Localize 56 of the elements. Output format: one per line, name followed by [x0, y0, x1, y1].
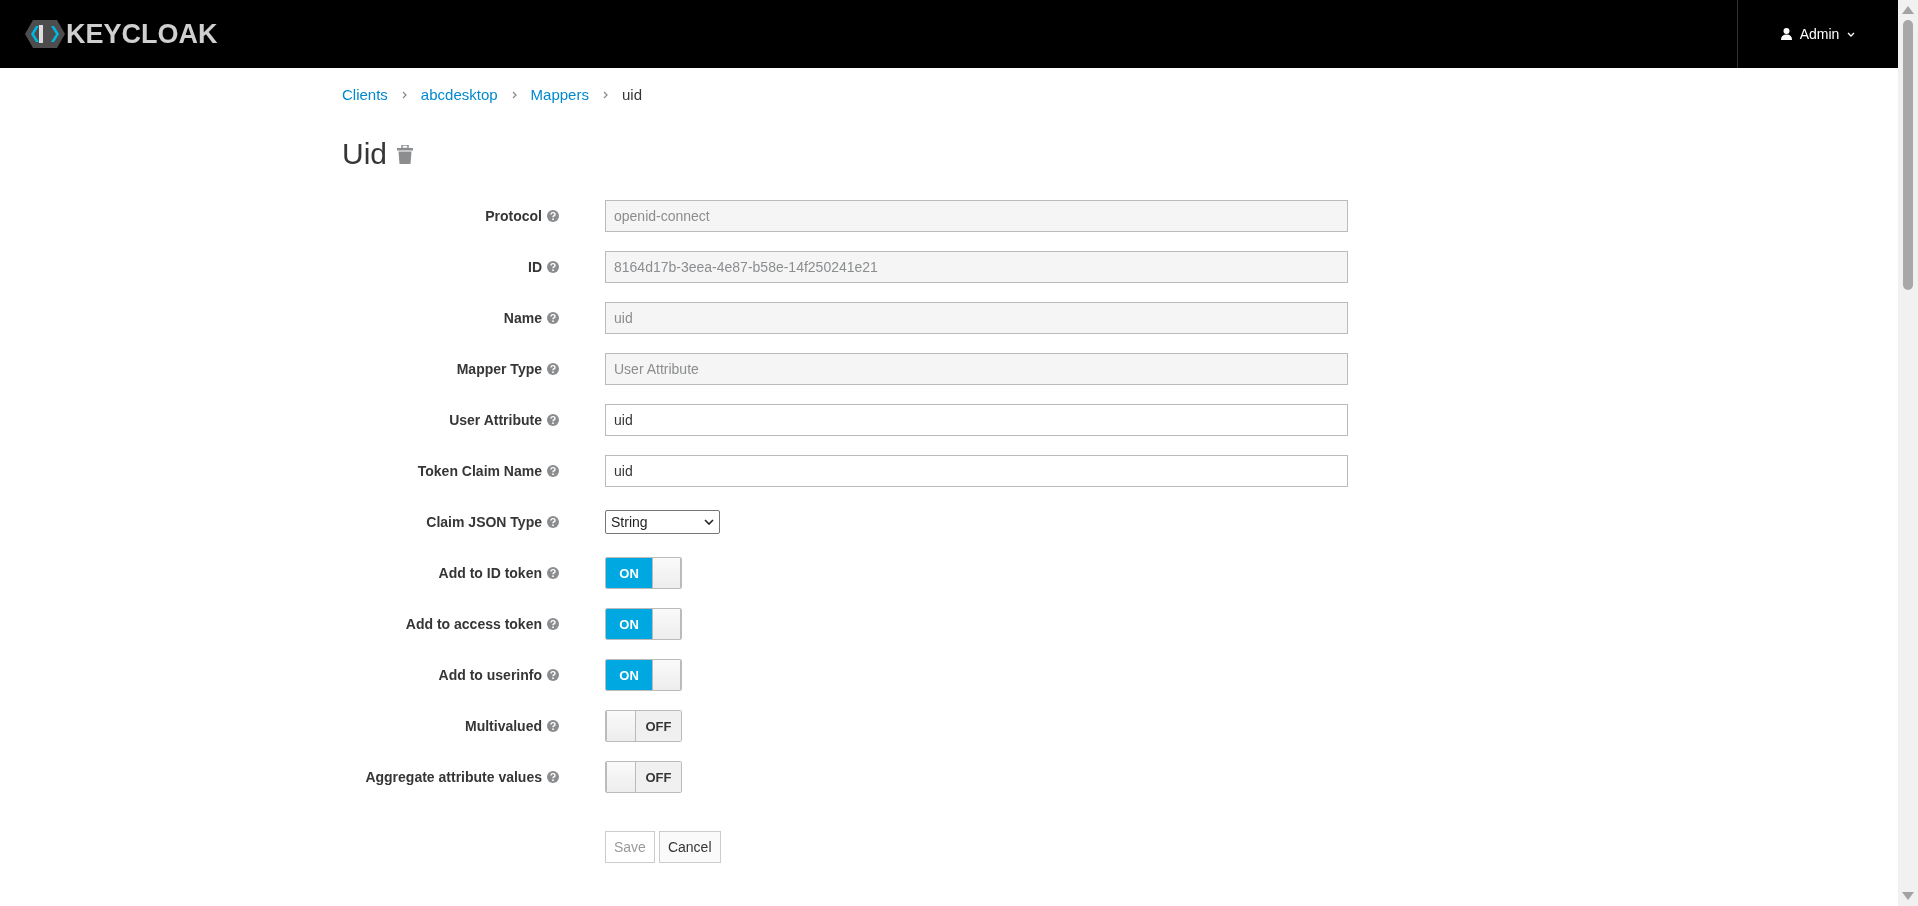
input-field[interactable]: 8164d17b-3eea-4e87-b58e-14f250241e21 — [605, 251, 1348, 283]
breadcrumb-current: uid — [621, 86, 642, 103]
scroll-thumb[interactable] — [1903, 20, 1913, 290]
field-label: Add to ID token — [438, 565, 542, 581]
field-label: Name — [503, 310, 542, 326]
input-field[interactable]: uid — [605, 404, 1348, 436]
user-menu[interactable]: Admin — [1780, 26, 1856, 42]
scroll-down-icon[interactable] — [1902, 892, 1914, 900]
input-field[interactable]: User Attribute — [605, 353, 1348, 385]
caret-icon — [1847, 31, 1856, 37]
trash-icon[interactable] — [397, 144, 413, 164]
chevron-icon — [401, 90, 407, 99]
type-dropdown[interactable]: String — [605, 510, 720, 534]
toggle-switch[interactable]: ON — [605, 608, 682, 640]
help-icon[interactable] — [547, 669, 559, 681]
field-label: Mapper Type — [456, 361, 542, 377]
chevron-icon — [511, 90, 517, 99]
toggle-switch[interactable]: OFF — [605, 761, 682, 793]
toggle-switch[interactable]: ON — [605, 659, 682, 691]
field-label: Claim JSON Type — [426, 514, 542, 530]
field-label: Multivalued — [465, 718, 542, 734]
input-field[interactable]: uid — [605, 302, 1348, 334]
help-icon[interactable] — [547, 363, 559, 375]
help-icon[interactable] — [547, 312, 559, 324]
help-icon[interactable] — [547, 567, 559, 579]
help-icon[interactable] — [547, 720, 559, 732]
toggle-switch[interactable]: ON — [605, 557, 682, 589]
toggle-switch[interactable]: OFF — [605, 710, 682, 742]
help-icon[interactable] — [547, 414, 559, 426]
breadcrumb-link[interactable]: abcdesktop — [420, 86, 498, 103]
field-label: Add to userinfo — [438, 667, 542, 683]
input-field[interactable]: openid-connect — [605, 200, 1348, 232]
chevron-icon — [602, 90, 608, 99]
help-icon[interactable] — [547, 261, 559, 273]
help-icon[interactable] — [547, 618, 559, 630]
scroll-up-icon[interactable] — [1902, 6, 1914, 14]
field-label: Token Claim Name — [417, 463, 542, 479]
input-field[interactable]: uid — [605, 455, 1348, 487]
page-title: Uid — [342, 137, 387, 171]
help-icon[interactable] — [547, 465, 559, 477]
chevron-down-icon — [704, 519, 714, 525]
cancel-button[interactable]: Cancel — [658, 831, 721, 863]
logo-text: KEYCLOAK — [66, 18, 218, 50]
scrollbar[interactable] — [1898, 0, 1918, 906]
field-label: User Attribute — [449, 412, 542, 428]
field-label: ID — [528, 259, 542, 275]
breadcrumb-link[interactable]: Clients — [342, 86, 388, 103]
field-label: Add to access token — [405, 616, 542, 632]
help-icon[interactable] — [547, 210, 559, 222]
field-label: Aggregate attribute values — [365, 769, 542, 785]
user-icon — [1780, 28, 1792, 40]
help-icon[interactable] — [547, 771, 559, 783]
breadcrumb-link[interactable]: Mappers — [530, 86, 589, 103]
logo-icon — [25, 18, 65, 50]
field-label: Protocol — [485, 208, 542, 224]
help-icon[interactable] — [547, 516, 559, 528]
